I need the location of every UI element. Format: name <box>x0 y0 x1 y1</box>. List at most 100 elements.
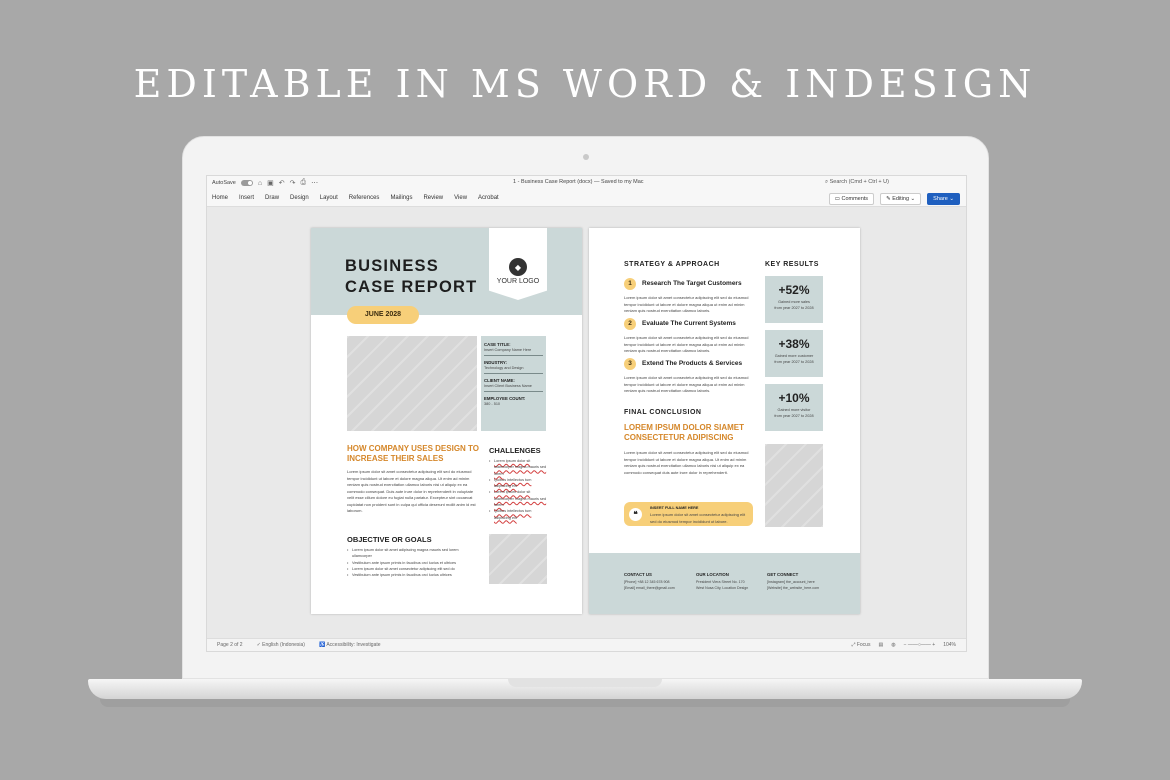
how-text: Lorem ipsum dolor sit amet consectetur a… <box>347 469 476 513</box>
key-result-card: +10% Gained more visitor from year 2027 t… <box>765 384 823 431</box>
word-window: AutoSave ⌂ ▣ ↶ ↷ ⎙ ⋯ 1 - Business Case R… <box>206 175 967 652</box>
info-label: CASE TITLE: <box>484 342 511 347</box>
share-button[interactable]: Share ⌄ <box>927 193 960 205</box>
headline: EDITABLE IN MS WORD & INDESIGN <box>133 62 1037 106</box>
save-icon[interactable]: ▣ <box>267 179 274 187</box>
status-bar: Page 2 of 2 ✓ English (Indonesia) ♿ Acce… <box>207 638 966 651</box>
list-item: Quibus intellectus tum adipiscing elit <box>489 508 547 521</box>
print-icon[interactable]: ⎙ <box>300 179 306 187</box>
image-placeholder-main <box>347 336 477 431</box>
info-label: INDUSTRY: <box>484 360 507 365</box>
step-text: Lorem ipsum dolor sit amet consectetur a… <box>624 295 749 313</box>
tab-view[interactable]: View <box>454 195 467 201</box>
footer-line: West Nusa City, Location Design <box>696 585 749 590</box>
quote-icon: ❝ <box>629 508 642 521</box>
webcam <box>583 154 589 160</box>
title-bar: AutoSave ⌂ ▣ ↶ ↷ ⎙ ⋯ 1 - Business Case R… <box>207 176 966 190</box>
redo-icon[interactable]: ↷ <box>290 179 296 187</box>
challenge-text: Lorem ipsum dolor sit ullamcorper magna … <box>494 459 547 476</box>
search-input[interactable]: ⌕ Search (Cmd + Ctrl + U) <box>825 179 889 186</box>
footer-heading: GET CONNECT <box>767 572 799 577</box>
footer-location: OUR LOCATION President Viera Street No. … <box>696 572 760 591</box>
zoom-level[interactable]: 104% <box>943 642 956 648</box>
case-info-box: CASE TITLE: Insert Company Name Here IND… <box>481 336 546 431</box>
search-placeholder: Search (Cmd + Ctrl + U) <box>829 179 889 185</box>
list-item: Lorem ipsum dolor sit amet adipiscing ma… <box>347 547 477 560</box>
key-result-card: +38% Gained more customer from year 2027 … <box>765 330 823 377</box>
more-icon[interactable]: ⋯ <box>311 179 318 187</box>
logo-tab: ◆ YOUR LOGO <box>489 228 547 300</box>
tab-acrobat[interactable]: Acrobat <box>478 195 499 201</box>
testimonial-name: INSERT FULL NAME HERE <box>650 506 699 510</box>
laptop-base <box>88 679 1082 699</box>
goal-text: Lorem ipsum dolor sit amet consectetur a… <box>352 566 455 571</box>
conclusion-heading: FINAL CONCLUSION <box>624 409 702 416</box>
info-label: EMPLOYEE COUNT: <box>484 396 526 401</box>
document-page-1[interactable]: BUSINESS CASE REPORT ◆ YOUR LOGO JUNE 20… <box>311 228 582 614</box>
strategy-heading: STRATEGY & APPROACH <box>624 261 720 268</box>
step-title: Extend The Products & Services <box>642 360 743 367</box>
logo-icon: ◆ <box>509 258 527 276</box>
footer-line: [Website] the_website_here.com <box>767 585 820 590</box>
goal-text: Lorem ipsum dolor sit amet adipiscing ma… <box>352 548 459 559</box>
tab-home[interactable]: Home <box>212 195 228 201</box>
web-layout-icon[interactable]: ◍ <box>891 642 895 648</box>
key-result-card: +52% Gained more sales from year 2027 to … <box>765 276 823 323</box>
step-text: Lorem ipsum dolor sit amet consectetur a… <box>624 375 749 393</box>
challenge-text: Quibus intellectus tum adipiscing elit <box>494 477 532 489</box>
focus-button[interactable]: ⤢ Focus <box>851 642 870 648</box>
share-label: Share <box>933 196 948 202</box>
comments-button[interactable]: ▭ Comments <box>828 193 875 205</box>
tab-layout[interactable]: Layout <box>320 195 338 201</box>
document-page-2[interactable]: STRATEGY & APPROACH 1 Research The Targe… <box>589 228 860 614</box>
key-result-caption: Gained more customer from year 2027 to 20… <box>765 354 823 365</box>
title-line-2: CASE REPORT <box>345 278 478 296</box>
accessibility-label: Accessibility: Investigate <box>326 642 381 648</box>
focus-label: Focus <box>856 642 871 648</box>
tab-design[interactable]: Design <box>290 195 309 201</box>
zoom-slider[interactable]: − ——○—— + <box>904 642 936 648</box>
key-result-value: +38% <box>778 337 810 351</box>
accessibility-indicator[interactable]: ♿ Accessibility: Investigate <box>319 642 381 648</box>
info-employee-count: EMPLOYEE COUNT: 380 - 510 <box>484 394 543 409</box>
key-result-caption: Gained more visitor from year 2027 to 202… <box>765 408 823 419</box>
tab-insert[interactable]: Insert <box>239 195 254 201</box>
step-text: Lorem ipsum dolor sit amet consectetur a… <box>624 335 749 353</box>
home-icon[interactable]: ⌂ <box>258 180 262 187</box>
base-notch <box>508 679 662 687</box>
ribbon-tabs: Home Insert Draw Design Layout Reference… <box>207 190 966 207</box>
footer-heading: OUR LOCATION <box>696 572 729 577</box>
language-indicator[interactable]: ✓ English (Indonesia) <box>257 642 305 648</box>
tab-references[interactable]: References <box>349 195 380 201</box>
info-value: Technology and Design <box>484 366 524 370</box>
tab-draw[interactable]: Draw <box>265 195 279 201</box>
comments-label: Comments <box>841 196 869 202</box>
page-count[interactable]: Page 2 of 2 <box>217 642 243 648</box>
testimonial-text: Lorem ipsum dolor sit amet consectetur a… <box>650 512 746 524</box>
undo-icon[interactable]: ↶ <box>279 179 285 187</box>
challenge-text: Lorem ipsum dolor sit ullamcorper magna … <box>494 490 547 508</box>
editing-button[interactable]: ✎ Editing ⌄ <box>880 193 922 205</box>
info-value: 380 - 510 <box>484 402 501 406</box>
editing-label: Editing <box>892 196 910 202</box>
footer-contact: CONTACT US [Phone] +88 12 345 678 908 [E… <box>624 572 688 591</box>
objective-heading: OBJECTIVE OR GOALS <box>347 535 432 544</box>
list-item: Lorem ipsum dolor sit ullamcorper magna … <box>489 458 547 477</box>
logo-text: YOUR LOGO <box>496 278 540 285</box>
print-layout-icon[interactable]: ▤ <box>878 642 883 648</box>
how-heading: HOW COMPANY USES DESIGN TO INCREASE THEI… <box>347 444 480 463</box>
autosave-toggle[interactable] <box>240 180 253 186</box>
footer-connect: GET CONNECT [Instagram] the_account_here… <box>767 572 831 591</box>
tab-review[interactable]: Review <box>423 195 443 201</box>
info-value: Insert Company Name Here <box>484 348 532 352</box>
step-number: 2 <box>624 318 636 330</box>
autosave-label: AutoSave <box>212 180 236 186</box>
info-client-name: CLIENT NAME: Insert Client Business Name <box>484 376 543 392</box>
tab-mailings[interactable]: Mailings <box>390 195 412 201</box>
key-results-heading: KEY RESULTS <box>765 261 819 268</box>
step-number: 1 <box>624 278 636 290</box>
conclusion-subheading: LOREM IPSUM DOLOR SIAMET CONSECTETUR ADI… <box>624 423 744 442</box>
key-result-value: +52% <box>778 283 810 297</box>
step-title: Research The Target Customers <box>642 280 742 287</box>
footer-line: [Email] email_there@gmail.com <box>624 585 675 590</box>
